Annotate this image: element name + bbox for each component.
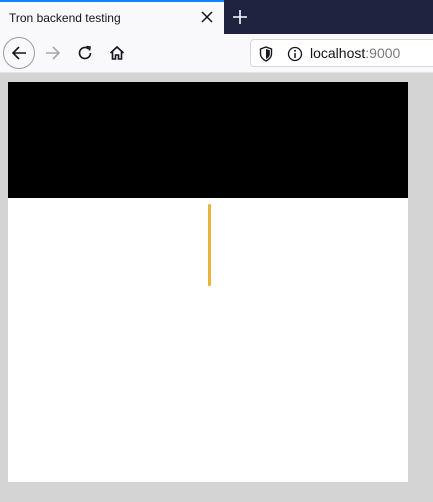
url-host: localhost	[310, 45, 366, 61]
tab-title: Tron backend testing	[9, 11, 121, 25]
back-arrow-icon[interactable]	[3, 37, 35, 69]
page-canvas	[8, 82, 408, 482]
plus-icon[interactable]	[228, 5, 252, 29]
nav-toolbar: localhost:9000	[0, 34, 433, 73]
black-panel	[8, 82, 408, 198]
url-port: :9000	[365, 45, 401, 61]
tab-bar: Tron backend testing	[0, 0, 433, 34]
info-icon[interactable]	[287, 46, 303, 67]
address-bar[interactable]: localhost:9000	[250, 39, 433, 67]
reload-icon[interactable]	[69, 37, 101, 69]
yellow-bar	[208, 204, 211, 286]
browser-viewport	[0, 73, 433, 502]
forward-arrow-icon[interactable]	[37, 37, 69, 69]
url-text: localhost:9000	[310, 45, 400, 61]
close-icon[interactable]	[198, 8, 216, 26]
tab-active[interactable]: Tron backend testing	[0, 0, 224, 34]
shield-icon[interactable]	[259, 46, 273, 67]
home-icon[interactable]	[101, 37, 133, 69]
